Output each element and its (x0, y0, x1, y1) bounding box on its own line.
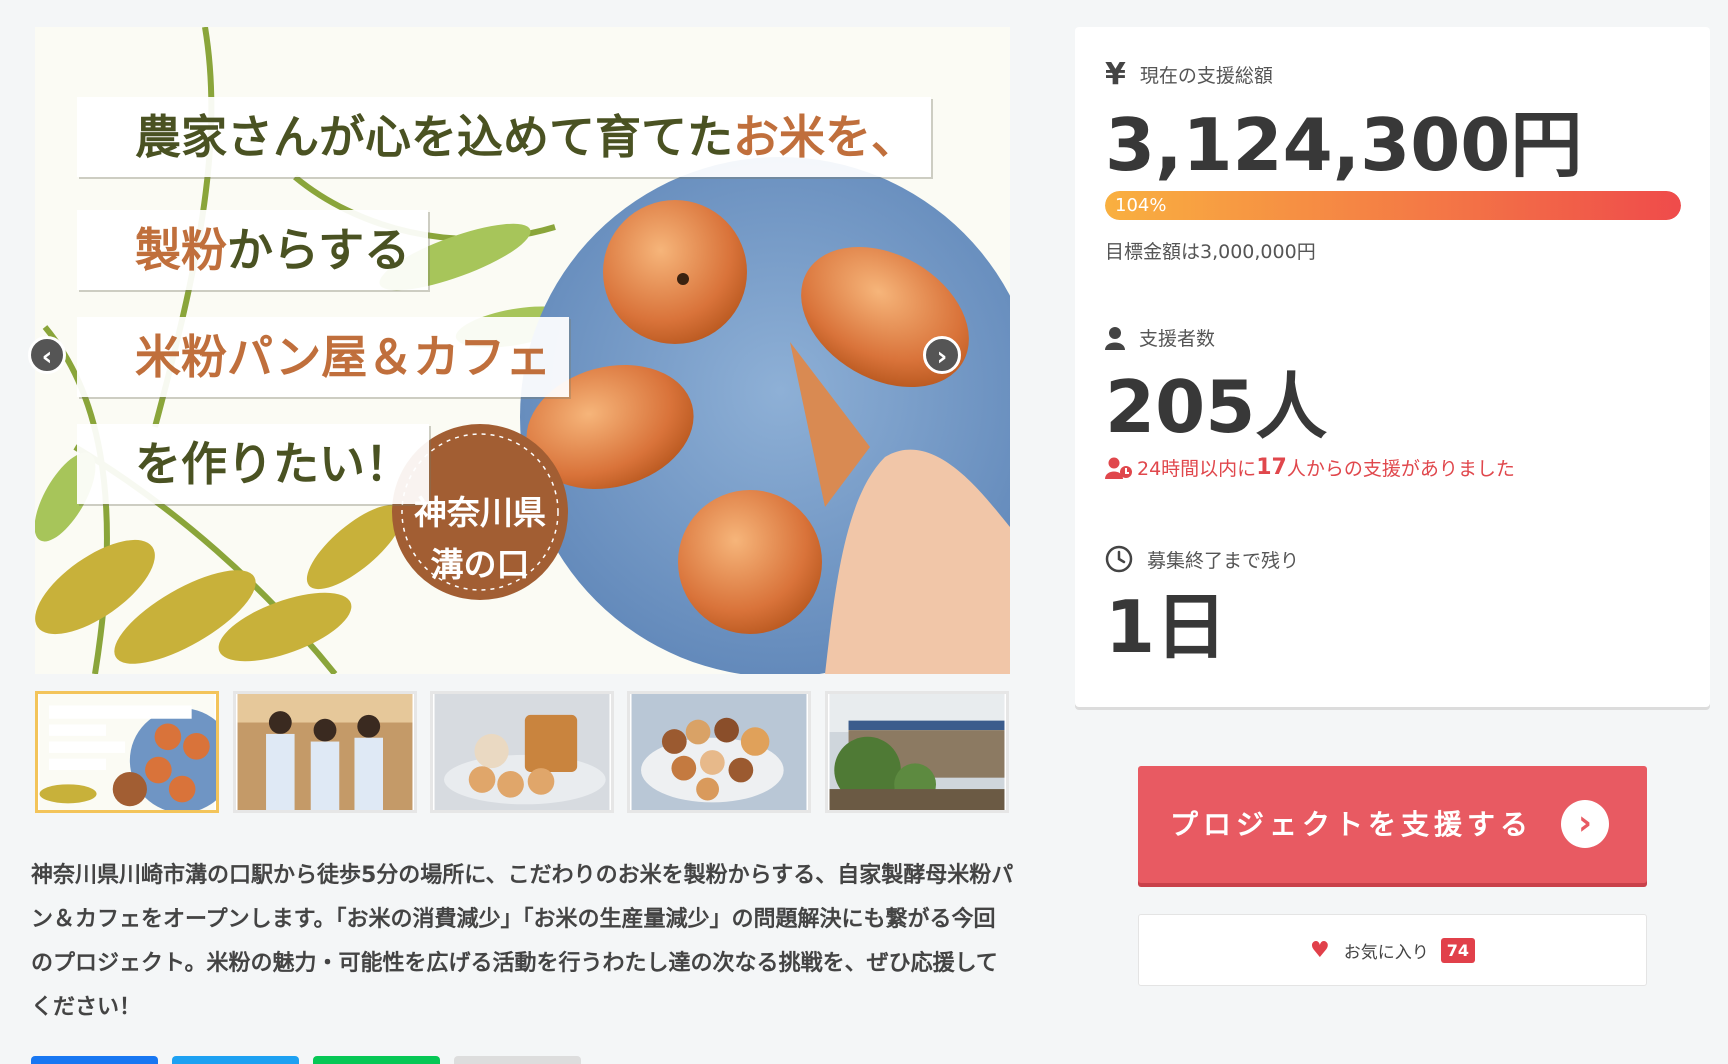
line-share-button[interactable] (313, 1056, 440, 1064)
recent-count: 17 (1256, 455, 1287, 480)
hero-text-accent: お米を、 (733, 110, 917, 164)
thumbnail-2[interactable] (233, 691, 417, 813)
backers-label: 支援者数 (1139, 328, 1216, 350)
progress-percent: 104% (1115, 195, 1167, 216)
hero-headline-line2: 製粉からする (77, 210, 429, 290)
support-button-label: プロジェクトを支援する (1170, 808, 1534, 841)
thumbnail-3[interactable] (430, 691, 614, 813)
backers-value: 205人 (1105, 365, 1328, 449)
chevron-right-icon[interactable]: › (923, 336, 961, 374)
location-badge: 神奈川県 溝の口 (410, 487, 550, 591)
recent-backers-icon (1105, 457, 1132, 479)
funding-progress-bar: 104% (1105, 191, 1681, 220)
badge-line1: 神奈川県 (414, 493, 546, 532)
recent-backers-note: 24時間以内に 17 人からの支援がありました (1105, 454, 1515, 481)
goal-amount: 目標金額は3,000,000円 (1105, 241, 1316, 263)
thumbnail-image (39, 694, 216, 810)
amount-label-row: ¥ 現在の支援総額 (1105, 57, 1273, 92)
support-project-button[interactable]: プロジェクトを支援する › (1138, 766, 1647, 883)
thumbnail-image (434, 694, 610, 810)
twitter-share-button[interactable] (172, 1056, 299, 1064)
recent-prefix: 24時間以内に (1137, 458, 1257, 480)
thumbnail-image (829, 694, 1005, 810)
hero-text: からする (227, 223, 411, 277)
chevron-right-icon: › (1561, 800, 1609, 848)
remaining-label: 募集終了まで残り (1147, 549, 1300, 572)
copy-link-button[interactable] (454, 1056, 581, 1064)
project-description: 神奈川県川崎市溝の口駅から徒歩5分の場所に、こだわりのお米を製粉からする、自家製… (31, 863, 1014, 1020)
hero-text-accent: 製粉 (135, 223, 227, 277)
favorite-button[interactable]: ♥ お気に入り 74 (1138, 914, 1647, 986)
thumbnail-image (631, 694, 807, 810)
hero-text: 農家さんが心を込めて育てた (135, 110, 733, 164)
favorite-label: お気に入り (1343, 942, 1429, 963)
hero-headline-line1: 農家さんが心を込めて育てたお米を、 (77, 97, 931, 177)
backers-label-row: 支援者数 (1105, 324, 1215, 351)
thumbnail-1[interactable] (35, 691, 219, 813)
chevron-left-icon[interactable]: ‹ (28, 336, 66, 374)
main-project-image[interactable]: 農家さんが心を込めて育てたお米を、 製粉からする 米粉パン屋＆カフェ を作りたい… (35, 27, 1010, 674)
progress-fill (1105, 191, 1681, 220)
clock-icon (1105, 545, 1133, 573)
heart-icon: ♥ (1310, 937, 1330, 963)
yen-icon: ¥ (1105, 57, 1126, 92)
funding-stats-card: ¥ 現在の支援総額 3,124,300円 104% 目標金額は3,000,000… (1075, 27, 1710, 707)
thumbnail-4[interactable] (627, 691, 811, 813)
remaining-value: 1日 (1105, 585, 1228, 669)
person-icon (1105, 326, 1125, 350)
amount-value: 3,124,300円 (1105, 103, 1583, 187)
thumbnail-5[interactable] (825, 691, 1009, 813)
amount-label: 現在の支援総額 (1139, 65, 1273, 87)
remaining-label-row: 募集終了まで残り (1105, 545, 1299, 573)
thumbnail-image (237, 694, 413, 810)
badge-line2: 溝の口 (430, 545, 530, 584)
hero-headline-line3: 米粉パン屋＆カフェ (77, 317, 570, 397)
hero-headline-line4: を作りたい！ (77, 424, 429, 504)
recent-suffix: 人からの支援がありました (1286, 458, 1515, 480)
facebook-share-button[interactable] (31, 1056, 158, 1064)
favorite-count-badge: 74 (1440, 937, 1475, 963)
